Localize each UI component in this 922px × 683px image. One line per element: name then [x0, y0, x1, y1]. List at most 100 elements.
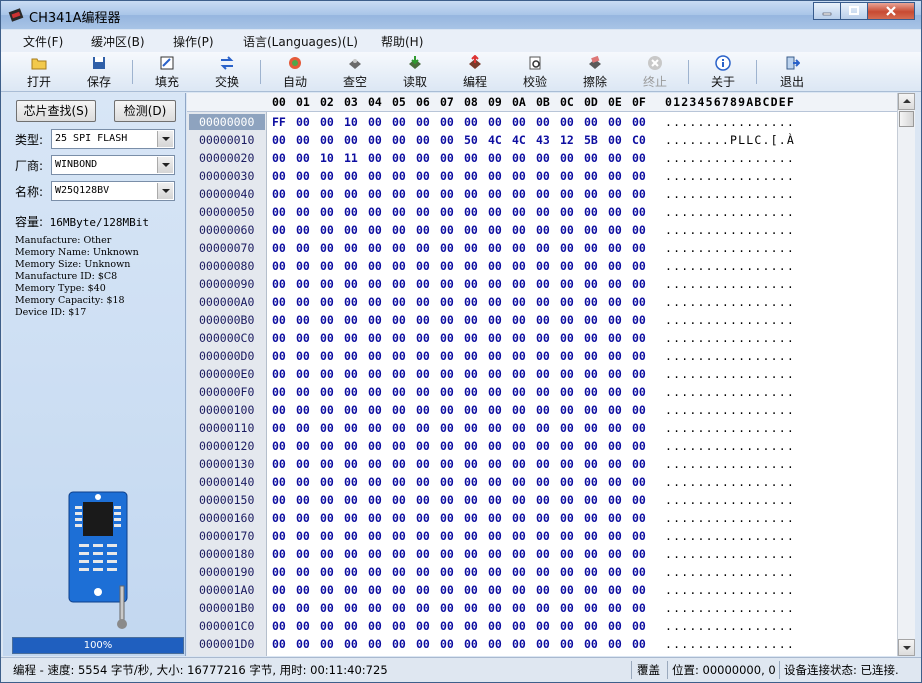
hex-byte[interactable]: 00: [296, 511, 310, 525]
hex-byte[interactable]: 00: [320, 565, 334, 579]
hex-byte[interactable]: 00: [416, 547, 430, 561]
hex-byte[interactable]: 00: [320, 619, 334, 633]
hex-byte[interactable]: 00: [368, 223, 382, 237]
hex-byte[interactable]: 00: [536, 403, 550, 417]
hex-byte[interactable]: 00: [368, 475, 382, 489]
hex-byte[interactable]: 00: [512, 151, 526, 165]
hex-byte[interactable]: 00: [392, 277, 406, 291]
hex-byte[interactable]: 00: [368, 313, 382, 327]
hex-byte[interactable]: 00: [464, 169, 478, 183]
hex-byte[interactable]: 00: [416, 403, 430, 417]
scroll-up-button[interactable]: [898, 93, 915, 110]
hex-byte[interactable]: 00: [632, 259, 646, 273]
hex-byte[interactable]: 00: [440, 547, 454, 561]
hex-byte[interactable]: 00: [344, 637, 358, 651]
hex-row[interactable]: 00000180 00 00 00 00 00 00 00 00 00 00 00 00 00 00 00 00…: [187, 545, 897, 563]
hex-byte[interactable]: 00: [344, 385, 358, 399]
hex-byte[interactable]: 00: [512, 601, 526, 615]
hex-byte[interactable]: 00: [392, 475, 406, 489]
hex-byte[interactable]: 00: [272, 205, 286, 219]
hex-byte[interactable]: 00: [632, 313, 646, 327]
hex-byte[interactable]: 00: [584, 367, 598, 381]
hex-byte[interactable]: 00: [344, 403, 358, 417]
name-select[interactable]: W25Q128BV: [51, 181, 175, 201]
hex-row[interactable]: 00000100 00 00 00 00 00 00 00 00 00 00 00 00 00 00 00 00…: [187, 401, 897, 419]
hex-byte[interactable]: 00: [320, 475, 334, 489]
hex-byte[interactable]: 00: [320, 547, 334, 561]
hex-byte[interactable]: 00: [584, 169, 598, 183]
hex-byte[interactable]: 00: [608, 457, 622, 471]
hex-byte[interactable]: 00: [368, 403, 382, 417]
hex-byte[interactable]: 50: [464, 133, 478, 147]
hex-byte[interactable]: 00: [632, 529, 646, 543]
hex-byte[interactable]: 00: [320, 421, 334, 435]
hex-byte[interactable]: 00: [488, 439, 502, 453]
hex-byte[interactable]: 00: [440, 565, 454, 579]
hex-byte[interactable]: 00: [344, 223, 358, 237]
hex-byte[interactable]: 00: [632, 493, 646, 507]
hex-byte[interactable]: 00: [560, 439, 574, 453]
hex-byte[interactable]: 00: [440, 349, 454, 363]
hex-byte[interactable]: 00: [440, 457, 454, 471]
hex-byte[interactable]: 00: [464, 241, 478, 255]
hex-byte[interactable]: 00: [440, 439, 454, 453]
ascii-text[interactable]: ................: [665, 529, 795, 543]
hex-byte[interactable]: 00: [632, 367, 646, 381]
hex-row[interactable]: 00000160 00 00 00 00 00 00 00 00 00 00 00 00 00 00 00 00…: [187, 509, 897, 527]
ascii-text[interactable]: ................: [665, 277, 795, 291]
hex-byte[interactable]: 00: [488, 583, 502, 597]
hex-byte[interactable]: 00: [488, 421, 502, 435]
hex-byte[interactable]: 00: [512, 493, 526, 507]
hex-byte[interactable]: 00: [512, 295, 526, 309]
hex-byte[interactable]: 00: [608, 115, 622, 129]
hex-byte[interactable]: 00: [392, 115, 406, 129]
hex-byte[interactable]: 00: [344, 367, 358, 381]
hex-row[interactable]: 00000140 00 00 00 00 00 00 00 00 00 00 00 00 00 00 00 00…: [187, 473, 897, 491]
hex-byte[interactable]: 00: [632, 475, 646, 489]
hex-byte[interactable]: 00: [272, 583, 286, 597]
hex-byte[interactable]: 00: [440, 151, 454, 165]
hex-byte[interactable]: 00: [512, 385, 526, 399]
hex-byte[interactable]: 00: [584, 565, 598, 579]
hex-byte[interactable]: 00: [560, 169, 574, 183]
hex-byte[interactable]: 00: [608, 169, 622, 183]
ascii-text[interactable]: ................: [665, 511, 795, 525]
hex-byte[interactable]: 00: [464, 349, 478, 363]
hex-byte[interactable]: 00: [560, 259, 574, 273]
hex-byte[interactable]: 00: [296, 205, 310, 219]
hex-byte[interactable]: 00: [608, 385, 622, 399]
hex-byte[interactable]: 00: [512, 619, 526, 633]
hex-byte[interactable]: 00: [296, 295, 310, 309]
hex-byte[interactable]: 00: [584, 403, 598, 417]
hex-byte[interactable]: 00: [464, 259, 478, 273]
hex-byte[interactable]: 00: [440, 115, 454, 129]
ascii-text[interactable]: ................: [665, 475, 795, 489]
hex-byte[interactable]: 00: [464, 457, 478, 471]
hex-byte[interactable]: 00: [272, 241, 286, 255]
hex-byte[interactable]: 00: [608, 223, 622, 237]
hex-byte[interactable]: 00: [368, 295, 382, 309]
hex-byte[interactable]: 00: [392, 349, 406, 363]
hex-byte[interactable]: 00: [296, 493, 310, 507]
hex-byte[interactable]: 00: [584, 421, 598, 435]
hex-byte[interactable]: 00: [272, 223, 286, 237]
ascii-text[interactable]: ........PLLC.[.À: [665, 133, 795, 147]
hex-byte[interactable]: 00: [272, 421, 286, 435]
hex-byte[interactable]: 00: [392, 583, 406, 597]
hex-byte[interactable]: 00: [368, 115, 382, 129]
ascii-text[interactable]: ................: [665, 385, 795, 399]
hex-byte[interactable]: 00: [272, 619, 286, 633]
hex-byte[interactable]: 00: [272, 493, 286, 507]
hex-byte[interactable]: 00: [464, 511, 478, 525]
hex-byte[interactable]: C0: [632, 133, 646, 147]
hex-byte[interactable]: 00: [632, 349, 646, 363]
hex-byte[interactable]: 00: [584, 475, 598, 489]
hex-byte[interactable]: 00: [488, 259, 502, 273]
hex-byte[interactable]: 00: [296, 529, 310, 543]
ascii-text[interactable]: ................: [665, 331, 795, 345]
save-button[interactable]: 保存: [74, 54, 124, 90]
hex-row[interactable]: 00000040 00 00 00 00 00 00 00 00 00 00 00 00 00 00 00 00…: [187, 185, 897, 203]
hex-byte[interactable]: 00: [512, 241, 526, 255]
hex-byte[interactable]: 00: [488, 205, 502, 219]
hex-byte[interactable]: 00: [608, 331, 622, 345]
